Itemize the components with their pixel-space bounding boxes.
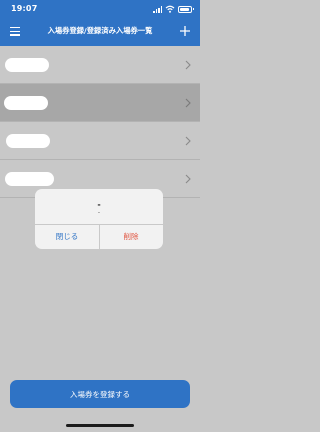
list-item[interactable] bbox=[0, 122, 200, 160]
cellular-signal-icon bbox=[153, 5, 162, 13]
chevron-right-icon bbox=[185, 136, 191, 146]
list-item[interactable] bbox=[0, 84, 200, 122]
menu-icon[interactable] bbox=[10, 27, 20, 36]
redacted-label bbox=[5, 172, 54, 186]
list-item[interactable] bbox=[0, 46, 200, 84]
dialog-message: - bbox=[97, 209, 101, 216]
chevron-right-icon bbox=[185, 98, 191, 108]
redacted-label bbox=[6, 134, 50, 148]
alert-dialog: - - 閉じる 削除 bbox=[35, 189, 163, 249]
battery-icon bbox=[178, 5, 194, 13]
dialog-title: - bbox=[97, 200, 101, 209]
status-bar: 19:07 bbox=[0, 0, 200, 18]
wifi-icon bbox=[165, 5, 175, 13]
close-button[interactable]: 閉じる bbox=[35, 224, 99, 249]
delete-button[interactable]: 削除 bbox=[99, 224, 163, 249]
page-title: 入場券登録/登録済み入場券一覧 bbox=[47, 26, 153, 35]
redacted-label bbox=[5, 58, 49, 72]
home-indicator bbox=[66, 424, 134, 427]
chevron-right-icon bbox=[185, 174, 191, 184]
chevron-right-icon bbox=[185, 60, 191, 70]
status-time: 19:07 bbox=[11, 4, 38, 13]
ticket-list bbox=[0, 46, 200, 198]
register-ticket-button[interactable]: 入場券を登録する bbox=[10, 380, 190, 408]
add-icon[interactable] bbox=[178, 24, 192, 38]
status-icons bbox=[153, 4, 194, 14]
redacted-label bbox=[4, 96, 48, 110]
navigation-bar: 入場券登録/登録済み入場券一覧 bbox=[0, 18, 200, 46]
